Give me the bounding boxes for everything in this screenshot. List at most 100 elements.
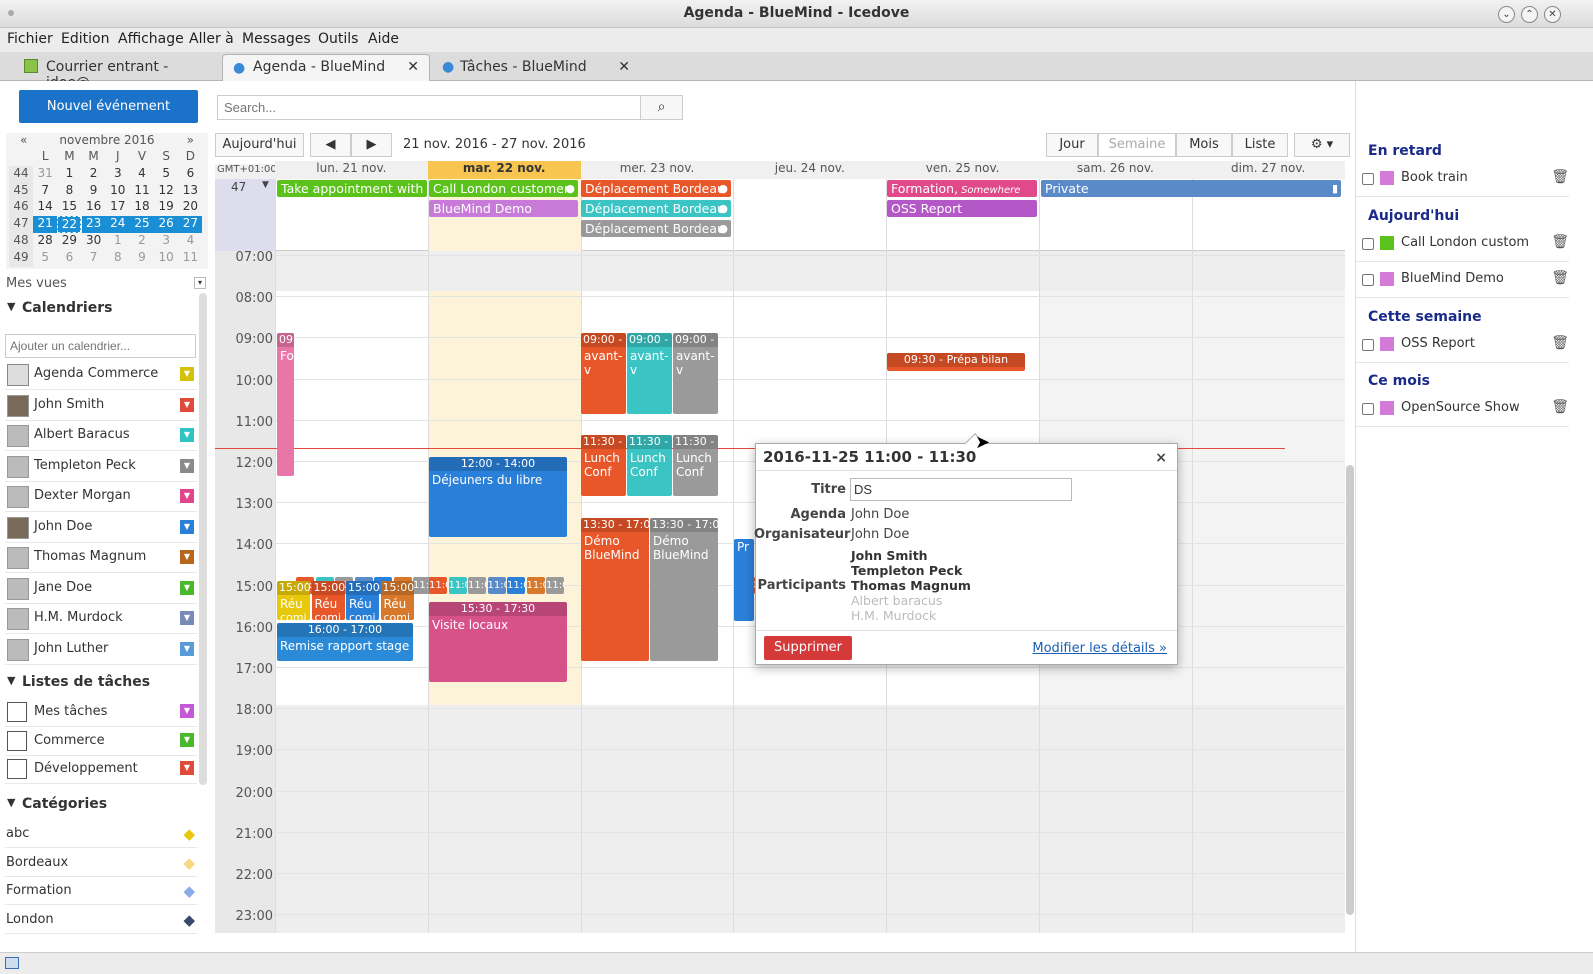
window-menu-dot-icon[interactable] <box>8 10 14 16</box>
event-reunion[interactable]: 15:00 - Réucomi <box>346 581 379 620</box>
trash-icon[interactable]: 🗑 <box>1551 169 1569 185</box>
mini-cal-day[interactable]: 14 <box>33 199 57 216</box>
maximize-icon[interactable]: ⌃ <box>1521 6 1538 23</box>
mini-cal-day[interactable]: 27 <box>178 216 203 234</box>
mini-cal-day[interactable]: 19 <box>154 199 178 216</box>
mini-cal-day[interactable]: 30 <box>82 233 106 250</box>
mini-cal-day[interactable]: 18 <box>130 199 154 216</box>
category-item[interactable]: Bordeaux ◆ <box>5 849 197 877</box>
view-month-button[interactable]: Mois <box>1176 133 1232 157</box>
day-header[interactable]: mar. 22 nov. <box>427 161 581 179</box>
close-icon[interactable]: × <box>1155 450 1167 466</box>
event-mini[interactable]: 11:0 <box>546 577 564 594</box>
menu-fichier[interactable]: Fichier <box>7 31 53 47</box>
mini-cal-day[interactable]: 23 <box>81 216 106 234</box>
task-checkbox[interactable] <box>1362 173 1374 185</box>
event-prepa-bilan[interactable]: 09:30 - Prépa bilan <box>887 353 1025 371</box>
tasklist-item[interactable]: Mes tâches ▼ <box>5 699 197 727</box>
view-week-button[interactable]: Semaine <box>1098 133 1176 157</box>
calendar-item[interactable]: Albert Baracus ▼ <box>5 420 197 451</box>
prev-week-button[interactable]: ◀ <box>310 133 351 157</box>
modify-details-link[interactable]: Modifier les détails » <box>1032 641 1167 656</box>
category-item[interactable]: Formation ◆ <box>5 877 197 905</box>
mini-cal-day[interactable]: 13 <box>178 183 202 200</box>
event-mini[interactable]: 11:0 <box>487 577 506 594</box>
mini-cal-day[interactable]: 8 <box>106 250 130 267</box>
task-item[interactable]: Book train 🗑 <box>1356 161 1569 197</box>
categories-heading[interactable]: ▼ Catégories <box>7 796 107 812</box>
settings-button[interactable]: ⚙ ▾ <box>1294 133 1350 157</box>
new-event-button[interactable]: Nouvel événement <box>19 90 198 123</box>
tasklist-color-dropdown-icon[interactable]: ▼ <box>180 761 194 775</box>
calendar-item[interactable]: Templeton Peck ▼ <box>5 451 197 482</box>
event-avant-vente[interactable]: 09:00 - 11 avant-v <box>673 333 718 414</box>
trash-icon[interactable]: 🗑 <box>1551 335 1569 351</box>
calendars-heading[interactable]: ▼ Calendriers <box>7 300 112 316</box>
titre-input[interactable] <box>850 478 1072 501</box>
task-section-heading[interactable]: En retard <box>1368 143 1442 159</box>
close-tab-icon[interactable]: ✕ <box>618 59 630 75</box>
collapse-allday-icon[interactable]: ▼ <box>262 180 269 190</box>
day-header[interactable]: sam. 26 nov. <box>1039 161 1192 179</box>
mini-cal-day[interactable]: 16 <box>82 199 106 216</box>
calendar-color-dropdown-icon[interactable]: ▼ <box>180 489 194 503</box>
trash-icon[interactable]: 🗑 <box>1551 234 1569 250</box>
mini-cal-day[interactable]: 20 <box>178 199 202 216</box>
views-dropdown-icon[interactable]: ▾ <box>194 277 206 289</box>
mini-cal-day[interactable]: 5 <box>154 166 178 183</box>
day-header[interactable]: lun. 21 nov. <box>275 161 428 179</box>
event-reunion[interactable]: 15:00 - Réucomi <box>277 581 310 620</box>
trash-icon[interactable]: 🗑 <box>1551 270 1569 286</box>
event-fo[interactable]: 09:0 Fo <box>277 333 294 476</box>
calendar-color-dropdown-icon[interactable]: ▼ <box>180 397 194 412</box>
event-remise-rapport[interactable]: 16:00 - 17:00 Remise rapport stage <box>277 623 413 661</box>
category-item[interactable]: abc ◆ <box>5 820 197 848</box>
event-visite-locaux[interactable]: 15:30 - 17:30 Visite locaux <box>429 602 567 682</box>
mini-cal-day[interactable]: 3 <box>154 233 178 250</box>
mini-cal-day[interactable]: 8 <box>57 183 81 200</box>
online-status-icon[interactable] <box>5 957 19 969</box>
allday-event[interactable]: Call London customer ● <box>429 180 578 197</box>
event-pr[interactable]: Pr <box>734 539 754 621</box>
view-list-button[interactable]: Liste <box>1232 133 1288 157</box>
tasklist-color-dropdown-icon[interactable]: ▼ <box>180 732 194 747</box>
sidebar-scrollbar[interactable] <box>199 293 207 785</box>
mini-cal-day[interactable]: 6 <box>178 166 202 183</box>
delete-button[interactable]: Supprimer <box>764 636 852 660</box>
calendar-item[interactable]: John Doe ▼ <box>5 512 197 543</box>
event-lunch-conf[interactable]: 11:30 - 13 Lunch Conf <box>581 435 626 496</box>
task-item[interactable]: Call London custom 🗑 <box>1356 226 1569 262</box>
mini-cal-day[interactable]: 9 <box>82 183 106 200</box>
mini-cal-day[interactable]: 9 <box>130 250 154 267</box>
view-day-button[interactable]: Jour <box>1046 133 1098 157</box>
mini-cal-day[interactable]: 10 <box>154 250 178 267</box>
calendar-item[interactable]: Jane Doe ▼ <box>5 573 197 604</box>
allday-event[interactable]: Formation, Somewhere <box>887 180 1037 197</box>
tab-taches[interactable]: ● Tâches - BlueMind ✕ <box>432 54 640 81</box>
event-mini[interactable]: 11:0 <box>448 577 467 594</box>
mini-cal-day[interactable]: 4 <box>130 166 154 183</box>
calendar-item[interactable]: H.M. Murdock ▼ <box>5 603 197 634</box>
day-header[interactable]: mer. 23 nov. <box>580 161 734 179</box>
mini-cal-day[interactable]: 21 <box>33 216 58 234</box>
mini-cal-day[interactable]: 26 <box>154 216 179 234</box>
mini-cal-day[interactable]: 31 <box>33 166 57 183</box>
category-item[interactable]: London ◆ <box>5 906 197 934</box>
event-avant-vente[interactable]: 09:00 - 11 avant-v <box>627 333 672 414</box>
mini-cal-day[interactable]: 4 <box>178 233 202 250</box>
calendar-color-dropdown-icon[interactable]: ▼ <box>180 641 194 656</box>
menu-affichage[interactable]: Affichage <box>118 31 184 47</box>
grid-scrollbar[interactable] <box>1346 465 1354 915</box>
mini-cal-week-number[interactable]: 44 <box>9 165 33 183</box>
next-month-icon[interactable]: » <box>187 133 194 147</box>
allday-event[interactable]: Déplacement Bordeau ● <box>581 200 731 217</box>
task-section-heading[interactable]: Aujourd'hui <box>1368 208 1459 224</box>
task-section-heading[interactable]: Ce mois <box>1368 373 1430 389</box>
mini-cal-day[interactable]: 11 <box>130 183 154 200</box>
task-checkbox[interactable] <box>1362 339 1374 351</box>
mini-cal-day[interactable]: 25 <box>130 216 154 234</box>
allday-event[interactable]: OSS Report <box>887 200 1037 217</box>
day-header[interactable]: ven. 25 nov. <box>886 161 1039 179</box>
calendar-color-dropdown-icon[interactable]: ▼ <box>180 428 194 442</box>
search-input[interactable] <box>217 95 641 120</box>
